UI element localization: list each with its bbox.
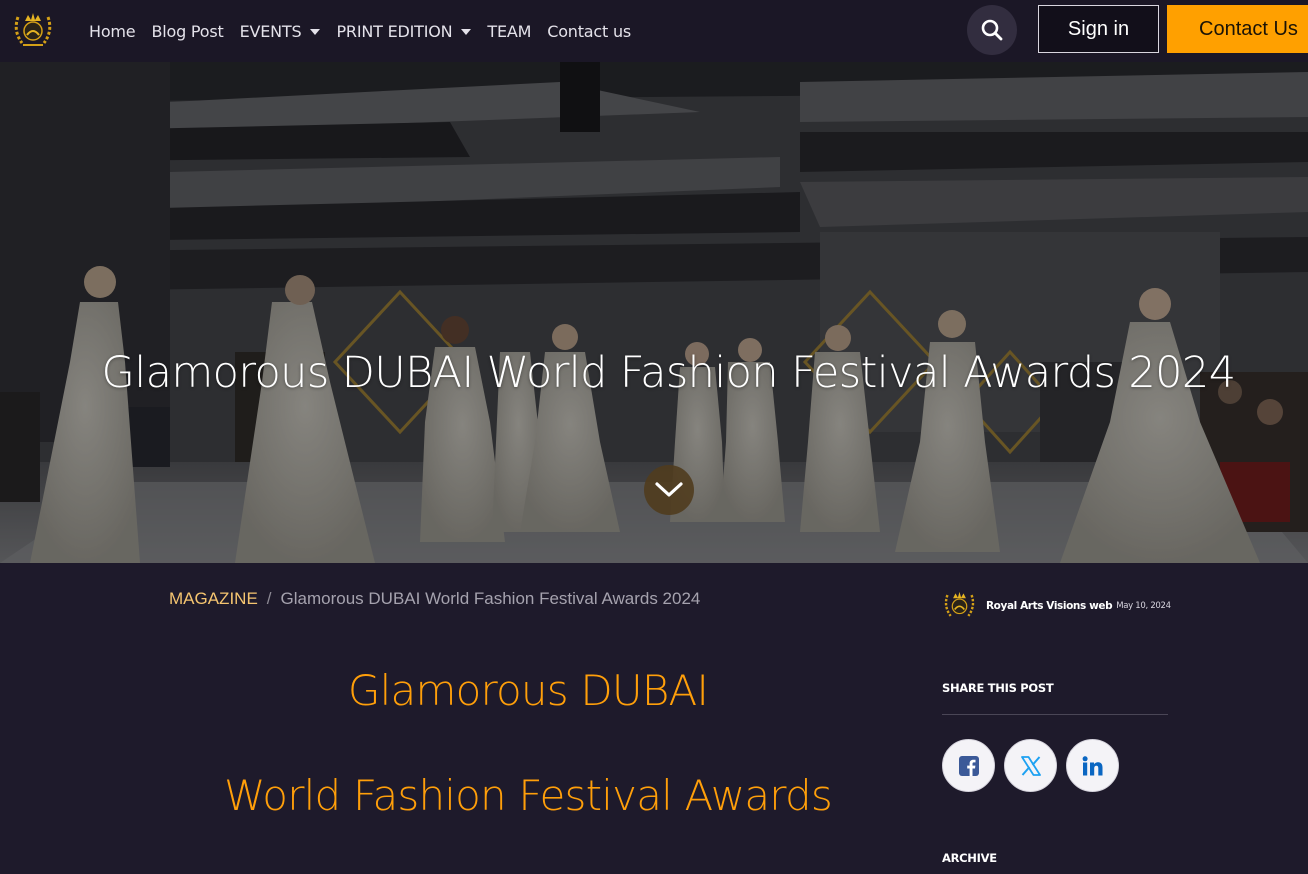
nav-blog-post[interactable]: Blog Post [151,22,223,41]
nav-home[interactable]: Home [89,21,136,41]
nav-print-edition-label: PRINT EDITION [336,21,453,41]
breadcrumb: MAGAZINE / Glamorous DUBAI World Fashion… [169,589,700,609]
article-title-line2: World Fashion Festival Awards [224,771,833,820]
post-author: Royal Arts Visions web May 10, 2024 [941,587,1171,624]
chevron-down-icon [655,482,683,497]
share-x-button[interactable] [1004,739,1057,792]
breadcrumb-separator: / [266,589,272,608]
contact-us-button[interactable]: Contact Us [1167,5,1308,53]
author-avatar[interactable] [941,587,978,624]
crown-laurel-crest-icon [14,13,52,46]
caret-down-icon [310,28,321,35]
share-heading: SHARE THIS POST [942,681,1054,695]
hero-title: Glamorous DUBAI World Fashion Festival A… [101,348,1237,398]
main-nav: Home Blog Post EVENTS PRINT EDITION TEAM… [89,0,647,62]
linkedin-icon [1082,755,1102,775]
search-button[interactable] [967,5,1017,55]
post-date: May 10, 2024 [1116,600,1171,611]
nav-team[interactable]: TEAM [487,22,531,41]
caret-down-icon [461,28,472,35]
article-title-line1: Glamorous DUBAI [347,666,709,715]
scroll-down-button[interactable] [644,465,694,515]
nav-events-dropdown[interactable]: EVENTS [240,22,321,41]
share-divider [942,714,1168,715]
nav-team-label: TEAM [487,21,532,41]
facebook-icon [958,755,979,776]
share-linkedin-button[interactable] [1066,739,1119,792]
author-name[interactable]: Royal Arts Visions web [986,600,1113,612]
share-facebook-button[interactable] [942,739,995,792]
nav-print-edition-dropdown[interactable]: PRINT EDITION [336,21,472,41]
nav-contact-label: Contact us [547,21,632,41]
breadcrumb-magazine-link[interactable]: MAGAZINE [169,589,258,609]
sign-in-button[interactable]: Sign in [1038,5,1159,53]
nav-blog-post-label: Blog Post [151,21,224,41]
site-logo[interactable] [10,7,56,53]
archive-heading: ARCHIVE [942,851,997,865]
x-twitter-icon [1020,755,1041,776]
breadcrumb-current: Glamorous DUBAI World Fashion Festival A… [280,589,701,608]
nav-contact[interactable]: Contact us [547,22,631,41]
search-icon [981,19,1003,41]
nav-events-label: EVENTS [239,21,302,41]
nav-home-label: Home [89,21,136,41]
top-navbar: Home Blog Post EVENTS PRINT EDITION TEAM… [0,0,1308,62]
